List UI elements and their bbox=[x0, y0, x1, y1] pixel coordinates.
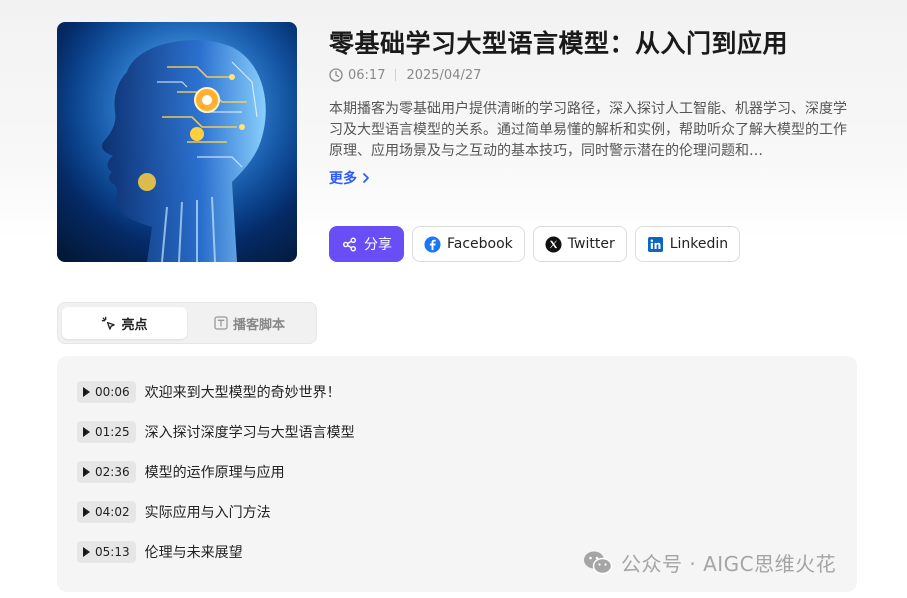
share-button[interactable]: 分享 bbox=[329, 226, 404, 262]
chapter-timestamp-button[interactable]: 01:25 bbox=[77, 421, 136, 443]
chapter-item[interactable]: 02:36 模型的运作原理与应用 bbox=[77, 460, 837, 484]
episode-description: 本期播客为零基础用户提供清晰的学习路径，深入探讨人工智能、机器学习、深度学习及大… bbox=[329, 101, 847, 159]
chapter-title: 欢迎来到大型模型的奇妙世界！ bbox=[144, 385, 341, 401]
text-box-icon bbox=[214, 316, 228, 330]
chapter-item[interactable]: 04:02 实际应用与入门方法 bbox=[77, 500, 837, 524]
tab-highlights-label: 亮点 bbox=[121, 317, 148, 333]
linkedin-share-button[interactable]: Linkedin bbox=[634, 226, 741, 262]
share-icon bbox=[341, 236, 358, 253]
episode-duration: 06:17 bbox=[348, 67, 386, 83]
twitter-label: Twitter bbox=[567, 236, 615, 252]
episode-title: 零基础学习大型语言模型：从入门到应用 bbox=[329, 29, 789, 58]
tab-transcript-label: 播客脚本 bbox=[232, 317, 285, 333]
share-bar: 分享 Facebook Twitter Linkedin bbox=[329, 226, 741, 262]
more-label: 更多 bbox=[329, 171, 357, 187]
meta-divider bbox=[395, 69, 397, 81]
chapter-time: 04:02 bbox=[95, 505, 130, 519]
share-label: 分享 bbox=[364, 237, 392, 253]
chapter-item[interactable]: 01:25 深入探讨深度学习与大型语言模型 bbox=[77, 420, 837, 444]
chapter-timestamp-button[interactable]: 02:36 bbox=[77, 461, 136, 483]
cover-image bbox=[57, 22, 297, 262]
play-icon bbox=[83, 427, 90, 437]
play-icon bbox=[83, 467, 90, 477]
x-twitter-icon bbox=[545, 235, 562, 253]
chapter-time: 02:36 bbox=[95, 465, 130, 479]
facebook-share-button[interactable]: Facebook bbox=[412, 226, 525, 262]
chapter-timestamp-button[interactable]: 04:02 bbox=[77, 501, 136, 523]
tab-transcript[interactable]: 播客脚本 bbox=[187, 307, 312, 339]
chevron-right-icon bbox=[363, 173, 369, 183]
content-tabs: 亮点 播客脚本 bbox=[57, 302, 317, 344]
chapter-time: 05:13 bbox=[95, 545, 130, 559]
wechat-icon bbox=[583, 550, 613, 576]
sparkle-cursor-icon bbox=[101, 316, 116, 331]
chapter-item[interactable]: 00:06 欢迎来到大型模型的奇妙世界！ bbox=[77, 380, 837, 404]
play-icon bbox=[83, 507, 90, 517]
watermark-text: 公众号 · AIGC思维火花 bbox=[621, 552, 837, 576]
facebook-label: Facebook bbox=[447, 236, 513, 252]
chapter-time: 00:06 bbox=[95, 385, 130, 399]
chapter-title: 实际应用与入门方法 bbox=[144, 505, 271, 521]
facebook-icon bbox=[424, 235, 441, 253]
episode-meta: 06:17 2025/04/27 bbox=[329, 66, 481, 84]
episode-date: 2025/04/27 bbox=[406, 67, 482, 83]
linkedin-label: Linkedin bbox=[669, 236, 729, 252]
watermark: 公众号 · AIGC思维火花 bbox=[583, 548, 836, 577]
clock-icon bbox=[329, 68, 343, 82]
chapter-timestamp-button[interactable]: 00:06 bbox=[77, 381, 136, 403]
tab-highlights[interactable]: 亮点 bbox=[62, 307, 187, 339]
chapter-time: 01:25 bbox=[95, 425, 130, 439]
ai-head-illustration bbox=[57, 22, 297, 262]
chapter-title: 深入探讨深度学习与大型语言模型 bbox=[144, 425, 355, 441]
chapter-timestamp-button[interactable]: 05:13 bbox=[77, 541, 136, 563]
twitter-share-button[interactable]: Twitter bbox=[532, 226, 627, 262]
more-link[interactable]: 更多 bbox=[329, 168, 371, 188]
linkedin-icon bbox=[647, 236, 664, 253]
play-icon bbox=[83, 547, 90, 557]
play-icon bbox=[83, 387, 90, 397]
chapter-title: 模型的运作原理与应用 bbox=[144, 465, 285, 481]
chapter-title: 伦理与未来展望 bbox=[144, 545, 243, 561]
